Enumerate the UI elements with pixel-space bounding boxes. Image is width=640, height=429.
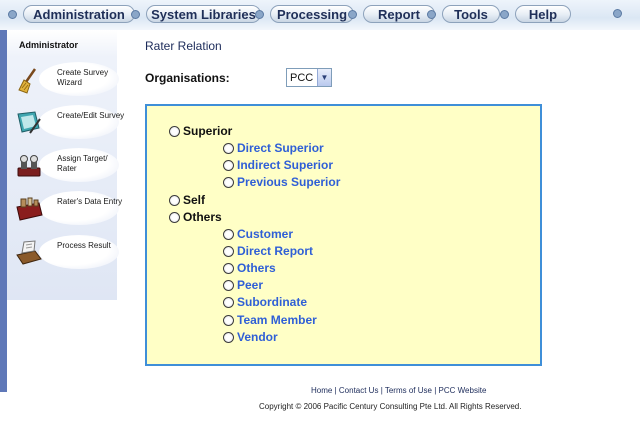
nav-administration-button[interactable]: Administration <box>23 5 135 23</box>
toolbox-icon <box>16 197 43 221</box>
radio-option-label: Self <box>183 193 206 207</box>
radio-button[interactable] <box>223 228 234 240</box>
radio-option-label: Direct Report <box>237 244 314 258</box>
sidebar-item-label: Create Survey Wizard <box>57 68 109 87</box>
radio-option-team-member[interactable]: Team Member <box>223 313 317 327</box>
radio-option-label: Subordinate <box>237 295 308 309</box>
bullet-icon <box>8 9 17 19</box>
organisations-select-value: PCC <box>290 71 314 84</box>
sidebar-item-process-result[interactable]: Process Result <box>15 235 119 271</box>
radio-option-label: Indirect Superior <box>237 158 334 172</box>
nav-item-administration[interactable]: Administration <box>8 5 135 23</box>
nav-report-button[interactable]: Report <box>363 5 435 23</box>
radio-option-indirect-superior[interactable]: Indirect Superior <box>223 158 333 172</box>
bullet-icon <box>500 9 509 19</box>
nav-item-report[interactable]: Report <box>348 5 435 23</box>
copyright-text: Copyright © 2006 Pacific Century Consult… <box>259 402 522 411</box>
radio-button[interactable] <box>223 159 234 171</box>
radio-button[interactable] <box>223 296 234 308</box>
sidebar-item-assign-target-rater[interactable]: Assign Target/ Rater <box>15 148 119 184</box>
radio-option-label: Superior <box>183 124 233 138</box>
radio-option-others-sub[interactable]: Others <box>223 261 276 275</box>
nav-item-tools[interactable]: Tools <box>427 5 500 23</box>
nav-item-system-libraries[interactable]: System Libraries <box>131 5 261 23</box>
radio-option-label: Team Member <box>237 313 317 327</box>
radio-button[interactable] <box>169 125 180 137</box>
page-title: Rater Relation <box>145 39 222 53</box>
bullet-icon <box>131 9 140 19</box>
radio-button[interactable] <box>223 314 234 326</box>
sidebar-item-create-survey-wizard[interactable]: Create Survey Wizard <box>15 62 119 98</box>
top-navigation-bar: Administration System Libraries Processi… <box>0 0 640 30</box>
sidebar-item-create-edit-survey[interactable]: Create/Edit Survey <box>15 105 124 141</box>
notepad-icon <box>17 111 41 134</box>
sidebar-item-raters-data-entry[interactable]: Rater's Data Entry <box>15 191 122 227</box>
radio-button[interactable] <box>223 245 234 257</box>
nav-tools-button[interactable]: Tools <box>442 5 500 23</box>
organisations-select[interactable]: PCC ▼ <box>286 68 332 87</box>
radio-button[interactable] <box>223 331 234 343</box>
nav-help-button[interactable]: Help <box>515 5 571 23</box>
radio-option-vendor[interactable]: Vendor <box>223 330 278 344</box>
footer-link-pcc-website[interactable]: PCC Website <box>439 386 487 395</box>
radio-option-direct-superior[interactable]: Direct Superior <box>223 141 324 155</box>
sidebar-title: Administrator <box>19 40 79 50</box>
sidebar-item-label: Assign Target/ Rater <box>57 154 108 173</box>
people-icon <box>17 155 41 177</box>
rater-relation-options-panel: Superior Direct Superior Indirect Superi… <box>145 104 542 366</box>
nav-processing-button[interactable]: Processing <box>270 5 354 23</box>
radio-option-label: Direct Superior <box>237 141 324 155</box>
radio-option-label: Vendor <box>237 330 278 344</box>
nav-system-libraries-button[interactable]: System Libraries <box>146 5 261 23</box>
radio-option-label: Peer <box>237 278 264 292</box>
radio-button[interactable] <box>169 211 180 223</box>
radio-option-direct-report[interactable]: Direct Report <box>223 244 313 258</box>
footer-link-home[interactable]: Home <box>311 386 332 395</box>
radio-option-self[interactable]: Self <box>169 193 205 207</box>
radio-option-customer[interactable]: Customer <box>223 227 293 241</box>
organisations-label: Organisations: <box>145 71 230 85</box>
radio-button[interactable] <box>223 279 234 291</box>
radio-button[interactable] <box>169 194 180 206</box>
sidebar-item-label: Rater's Data Entry <box>57 197 123 206</box>
nav-item-help[interactable]: Help <box>500 5 571 23</box>
nav-item-processing[interactable]: Processing <box>255 5 354 23</box>
sidebar: Administrator Create Survey Wizard Creat… <box>7 30 124 300</box>
radio-button[interactable] <box>223 142 234 154</box>
footer-link-contact-us[interactable]: Contact Us <box>339 386 379 395</box>
radio-button[interactable] <box>223 262 234 274</box>
radio-option-superior[interactable]: Superior <box>169 124 232 138</box>
bullet-icon <box>348 9 357 19</box>
sidebar-stripe <box>0 30 7 392</box>
radio-option-subordinate[interactable]: Subordinate <box>223 295 307 309</box>
radio-button[interactable] <box>223 176 234 188</box>
bullet-icon <box>427 9 436 19</box>
broom-icon <box>18 68 37 94</box>
radio-option-previous-superior[interactable]: Previous Superior <box>223 175 340 189</box>
radio-option-others[interactable]: Others <box>169 210 222 224</box>
radio-option-label: Previous Superior <box>237 175 341 189</box>
bullet-icon <box>255 9 264 19</box>
sidebar-item-label: Create/Edit Survey <box>57 111 125 120</box>
chevron-down-icon[interactable]: ▼ <box>317 69 331 86</box>
sidebar-item-label: Process Result <box>57 241 111 250</box>
radio-option-label: Others <box>183 210 222 224</box>
radio-option-peer[interactable]: Peer <box>223 278 263 292</box>
radio-option-label: Customer <box>237 227 294 241</box>
footer-link-terms-of-use[interactable]: Terms of Use <box>385 386 432 395</box>
footer-links: Home | Contact Us | Terms of Use | PCC W… <box>311 386 486 395</box>
radio-option-label: Others <box>237 261 276 275</box>
bullet-icon <box>613 9 622 18</box>
printer-icon <box>16 240 42 265</box>
